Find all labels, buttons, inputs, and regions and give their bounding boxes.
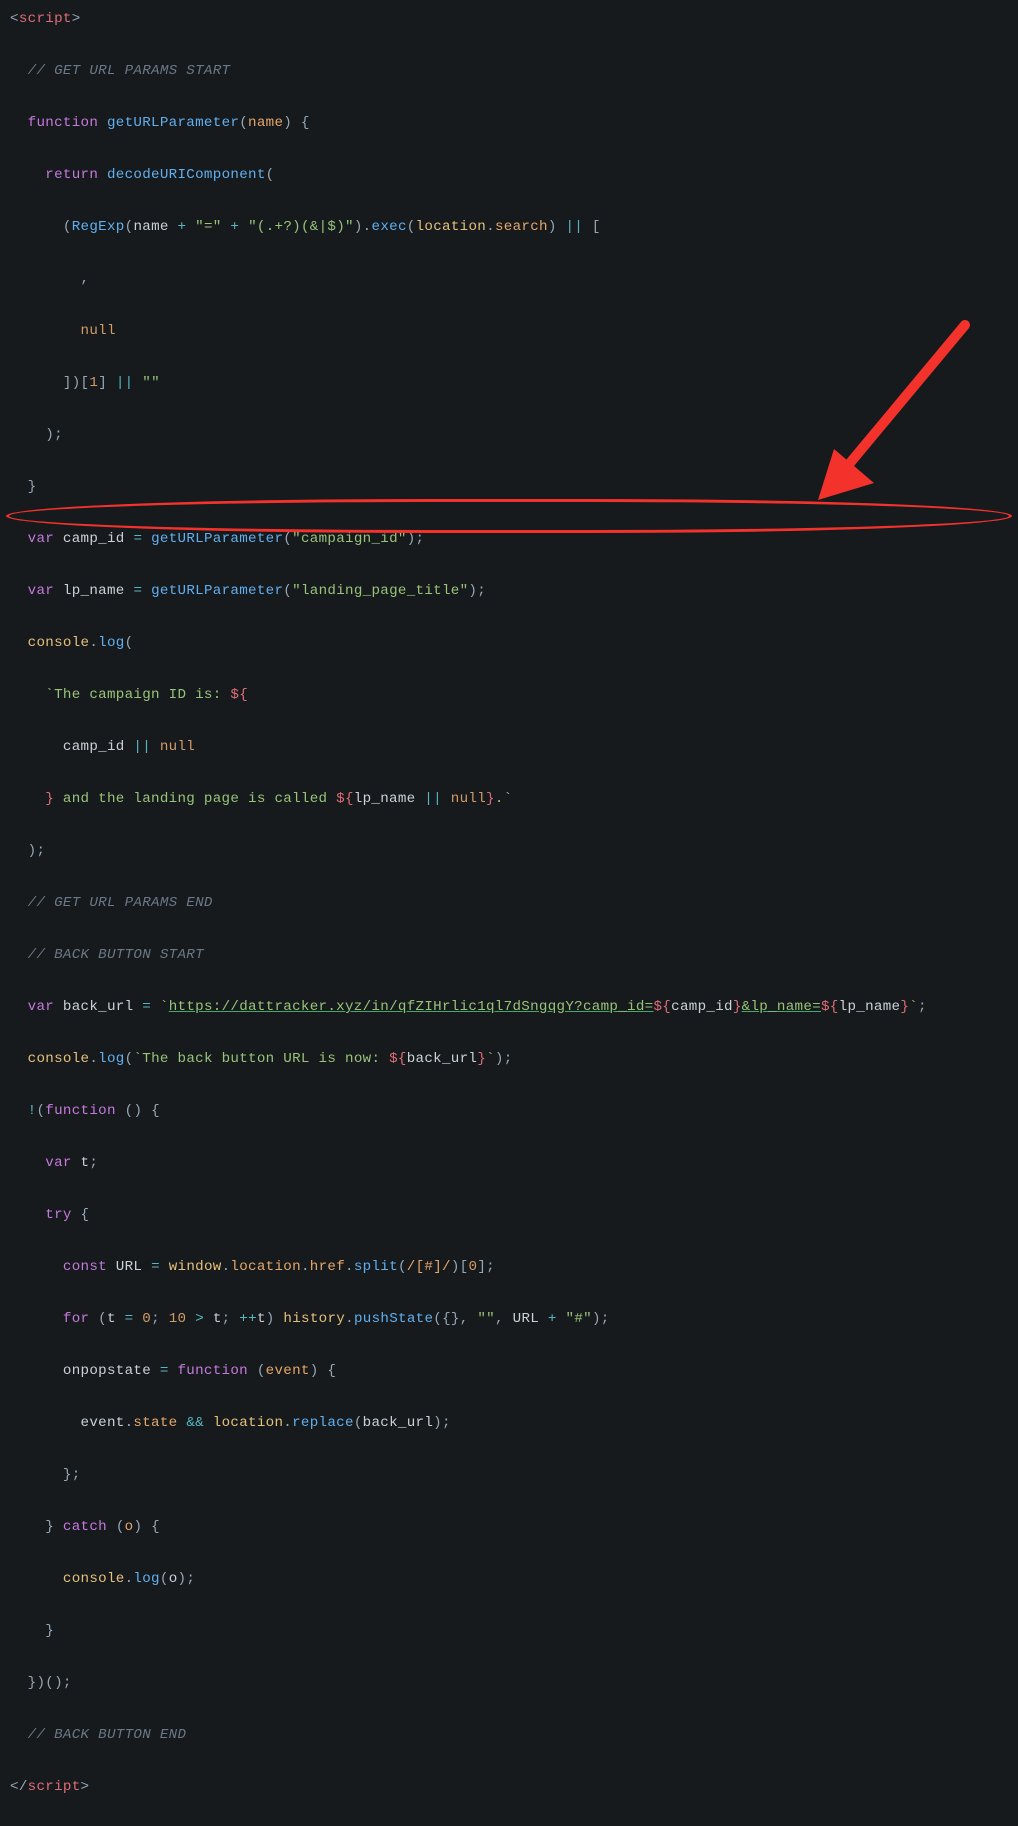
code-line: console.log(`The back button URL is now:…: [0, 1046, 1018, 1072]
code-line: const URL = window.location.href.split(/…: [0, 1254, 1018, 1280]
code-line: try {: [0, 1202, 1018, 1228]
code-line: `The campaign ID is: ${: [0, 682, 1018, 708]
code-line: return decodeURIComponent(: [0, 162, 1018, 188]
code-line: // GET URL PARAMS END: [0, 890, 1018, 916]
code-line: // BACK BUTTON START: [0, 942, 1018, 968]
code-line: camp_id || null: [0, 734, 1018, 760]
code-line: }: [0, 474, 1018, 500]
code-block: <script> // GET URL PARAMS START functio…: [0, 6, 1018, 1826]
code-line: })();: [0, 1670, 1018, 1696]
code-line: </script>: [0, 1774, 1018, 1800]
highlighted-line: var back_url = `https://dattracker.xyz/i…: [0, 994, 1018, 1020]
code-line: );: [0, 838, 1018, 864]
code-line: var t;: [0, 1150, 1018, 1176]
code-line: !(function () {: [0, 1098, 1018, 1124]
code-line: } catch (o) {: [0, 1514, 1018, 1540]
code-line: <script>: [0, 6, 1018, 32]
code-line: }: [0, 1618, 1018, 1644]
code-line: // BACK BUTTON END: [0, 1722, 1018, 1748]
code-line: );: [0, 422, 1018, 448]
code-line: null: [0, 318, 1018, 344]
code-line: } and the landing page is called ${lp_na…: [0, 786, 1018, 812]
code-line: (RegExp(name + "=" + "(.+?)(&|$)").exec(…: [0, 214, 1018, 240]
code-line: console.log(o);: [0, 1566, 1018, 1592]
code-line: console.log(: [0, 630, 1018, 656]
code-line: ])[1] || "": [0, 370, 1018, 396]
code-line: var lp_name = getURLParameter("landing_p…: [0, 578, 1018, 604]
code-line: // GET URL PARAMS START: [0, 58, 1018, 84]
code-line: };: [0, 1462, 1018, 1488]
code-line: function getURLParameter(name) {: [0, 110, 1018, 136]
code-line: ,: [0, 266, 1018, 292]
code-line: var camp_id = getURLParameter("campaign_…: [0, 526, 1018, 552]
code-line: for (t = 0; 10 > t; ++t) history.pushSta…: [0, 1306, 1018, 1332]
code-line: event.state && location.replace(back_url…: [0, 1410, 1018, 1436]
code-line: onpopstate = function (event) {: [0, 1358, 1018, 1384]
